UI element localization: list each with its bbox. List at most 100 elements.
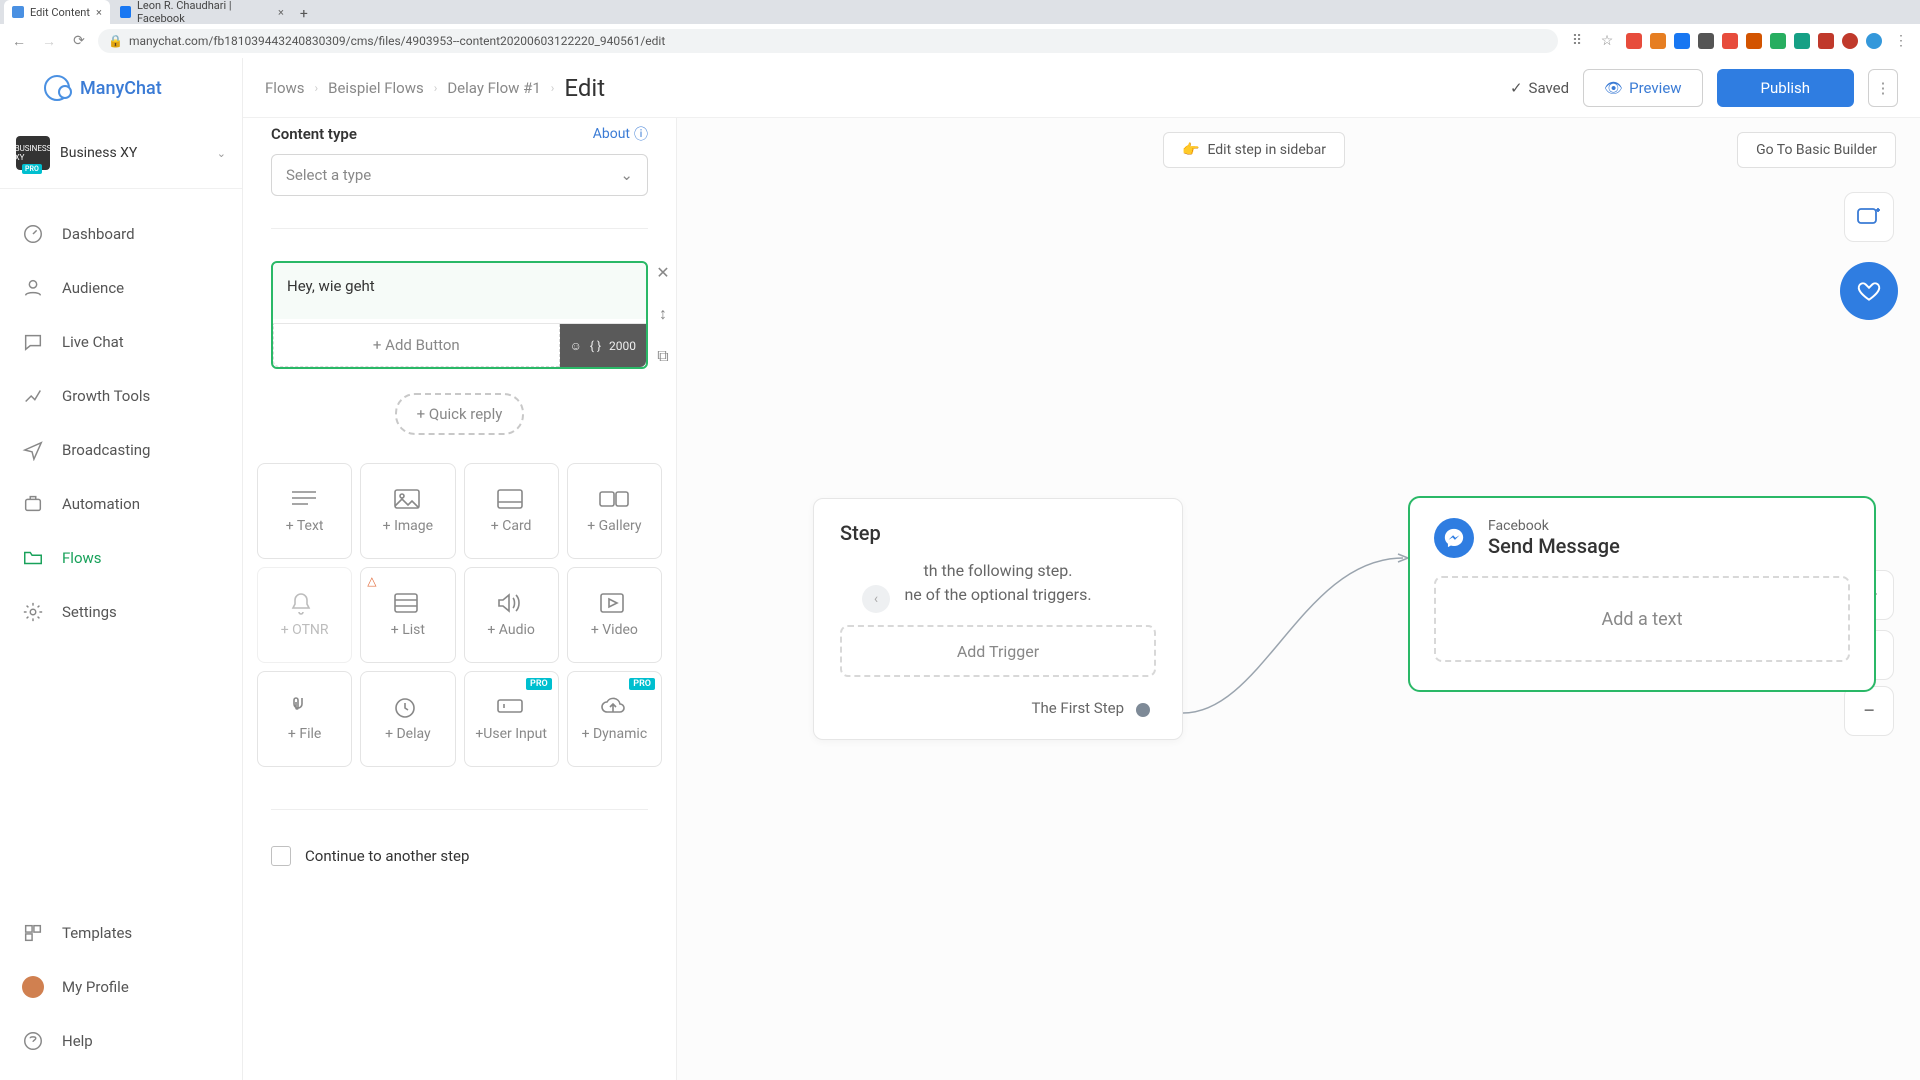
sidebar-item-settings[interactable]: Settings	[0, 585, 242, 639]
tab-close-icon[interactable]: ×	[96, 6, 102, 19]
saved-status: ✓ Saved	[1510, 79, 1569, 97]
sidebar-item-templates[interactable]: Templates	[0, 906, 242, 960]
message-textarea[interactable]	[273, 263, 646, 319]
sidebar-item-help[interactable]: Help	[0, 1014, 242, 1068]
content-block-file[interactable]: + File	[257, 671, 352, 767]
add-button-button[interactable]: + Add Button	[273, 324, 560, 367]
tab-title: Edit Content	[30, 6, 90, 19]
add-trigger-button[interactable]: Add Trigger	[840, 625, 1156, 677]
chevron-right-icon: ›	[551, 81, 555, 95]
extension-icon[interactable]	[1674, 33, 1690, 49]
sidebar-item-audience[interactable]: Audience	[0, 261, 242, 315]
content-block-otnr: + OTNR	[257, 567, 352, 663]
feedback-button[interactable]	[1840, 262, 1898, 320]
content-type-select[interactable]: Select a type ⌄	[271, 154, 648, 196]
more-button[interactable]: ⋮	[1868, 69, 1898, 107]
divider	[271, 228, 648, 229]
content-block-text[interactable]: + Text	[257, 463, 352, 559]
address-bar[interactable]: 🔒 manychat.com/fb181039443240830309/cms/…	[98, 29, 1558, 53]
cloud-icon	[599, 696, 629, 716]
extension-icon[interactable]	[1746, 33, 1762, 49]
forward-button[interactable]: →	[38, 33, 60, 50]
variable-icon[interactable]: { }	[590, 339, 601, 353]
add-text-placeholder[interactable]: Add a text	[1434, 576, 1850, 662]
sidebar-item-growth[interactable]: Growth Tools	[0, 369, 242, 423]
publish-button[interactable]: Publish	[1717, 69, 1854, 107]
input-icon	[496, 696, 526, 716]
video-icon	[599, 592, 629, 612]
content-block-card[interactable]: + Card	[464, 463, 559, 559]
preview-button[interactable]: 👁 Preview	[1583, 69, 1702, 107]
reload-button[interactable]: ⟳	[68, 33, 90, 49]
workspace-switcher[interactable]: BUSINESS XY PRO Business XY ⌄	[0, 118, 242, 189]
sidebar-item-livechat[interactable]: Live Chat	[0, 315, 242, 369]
extension-icon[interactable]	[1698, 33, 1714, 49]
extension-icon[interactable]	[1770, 33, 1786, 49]
first-step-handle[interactable]: The First Step	[840, 699, 1156, 717]
point-icon: 👉	[1182, 142, 1199, 158]
content-type-label: Content type	[271, 125, 357, 143]
sidebar-item-profile[interactable]: My Profile	[0, 960, 242, 1014]
back-button[interactable]: ←	[8, 33, 30, 50]
breadcrumb-link[interactable]: Beispiel Flows	[328, 79, 424, 97]
lines-icon	[290, 488, 320, 508]
send-message-node[interactable]: Facebook Send Message Add a text	[1408, 496, 1876, 692]
zoom-out-button[interactable]: −	[1844, 686, 1894, 736]
sidebar: ManyChat BUSINESS XY PRO Business XY ⌄ D…	[0, 58, 243, 1080]
extension-icon[interactable]	[1626, 33, 1642, 49]
sidebar-item-flows[interactable]: Flows	[0, 531, 242, 585]
go-to-basic-builder-button[interactable]: Go To Basic Builder	[1737, 132, 1896, 168]
info-icon: ⓘ	[634, 124, 648, 144]
translate-icon[interactable]: ⠿	[1566, 33, 1588, 49]
move-block-button[interactable]: ↕	[648, 299, 677, 329]
extension-icon[interactable]	[1842, 33, 1858, 49]
emoji-icon[interactable]: ☺	[570, 339, 582, 353]
duplicate-block-button[interactable]: ⧉	[648, 341, 677, 371]
pro-badge: PRO	[629, 678, 655, 690]
extension-icon[interactable]	[1794, 33, 1810, 49]
sidebar-item-automation[interactable]: Automation	[0, 477, 242, 531]
node-title: Send Message	[1488, 534, 1620, 558]
workspace-avatar: BUSINESS XY PRO	[16, 136, 50, 170]
browser-tab[interactable]: Leon R. Chaudhari | Facebook ×	[112, 0, 292, 24]
add-quick-reply-button[interactable]: + Quick reply	[395, 393, 525, 435]
brand[interactable]: ManyChat	[0, 58, 242, 118]
step-editor-panel: Send Message Content type About ⓘ Select…	[243, 58, 677, 1080]
extension-icon[interactable]	[1722, 33, 1738, 49]
add-node-button[interactable]	[1844, 192, 1894, 242]
breadcrumb-link[interactable]: Flows	[265, 79, 305, 97]
content-block-video[interactable]: + Video	[567, 567, 662, 663]
breadcrumb-link[interactable]: Delay Flow #1	[447, 79, 540, 97]
chevron-right-icon: ›	[315, 81, 319, 95]
clock-icon	[393, 696, 423, 716]
content-block-delay[interactable]: + Delay	[360, 671, 455, 767]
content-block-audio[interactable]: + Audio	[464, 567, 559, 663]
node-subtitle: Facebook	[1488, 518, 1620, 534]
about-link[interactable]: About ⓘ	[593, 124, 648, 144]
close-block-button[interactable]: ✕	[648, 257, 677, 287]
continue-checkbox[interactable]	[271, 846, 291, 866]
new-tab-button[interactable]: +	[294, 4, 314, 24]
content-block-list[interactable]: △+ List	[360, 567, 455, 663]
edit-step-sidebar-chip[interactable]: 👉 Edit step in sidebar	[1163, 132, 1345, 168]
profile-avatar-icon[interactable]	[1866, 33, 1882, 49]
content-block-image[interactable]: + Image	[360, 463, 455, 559]
browser-tab-active[interactable]: Edit Content ×	[4, 0, 110, 24]
sidebar-item-broadcasting[interactable]: Broadcasting	[0, 423, 242, 477]
nav-left-icon[interactable]: ‹	[862, 585, 890, 613]
extension-icon[interactable]	[1650, 33, 1666, 49]
content-block-gallery[interactable]: + Gallery	[567, 463, 662, 559]
tab-close-icon[interactable]: ×	[278, 6, 284, 19]
block-label: + Image	[383, 518, 433, 534]
bookmark-icon[interactable]: ☆	[1596, 33, 1618, 49]
block-label: + List	[391, 622, 425, 638]
extension-icon[interactable]	[1818, 33, 1834, 49]
eye-icon: 👁	[1604, 79, 1623, 97]
sidebar-item-dashboard[interactable]: Dashboard	[0, 207, 242, 261]
starting-step-node[interactable]: Step ‹ th the following step. ne of the …	[813, 498, 1183, 740]
content-block-userinput[interactable]: PRO+User Input	[464, 671, 559, 767]
char-counter: 2000	[609, 339, 636, 353]
content-block-dynamic[interactable]: PRO+ Dynamic	[567, 671, 662, 767]
growth-icon	[22, 385, 44, 407]
menu-icon[interactable]: ⋮	[1890, 33, 1912, 49]
